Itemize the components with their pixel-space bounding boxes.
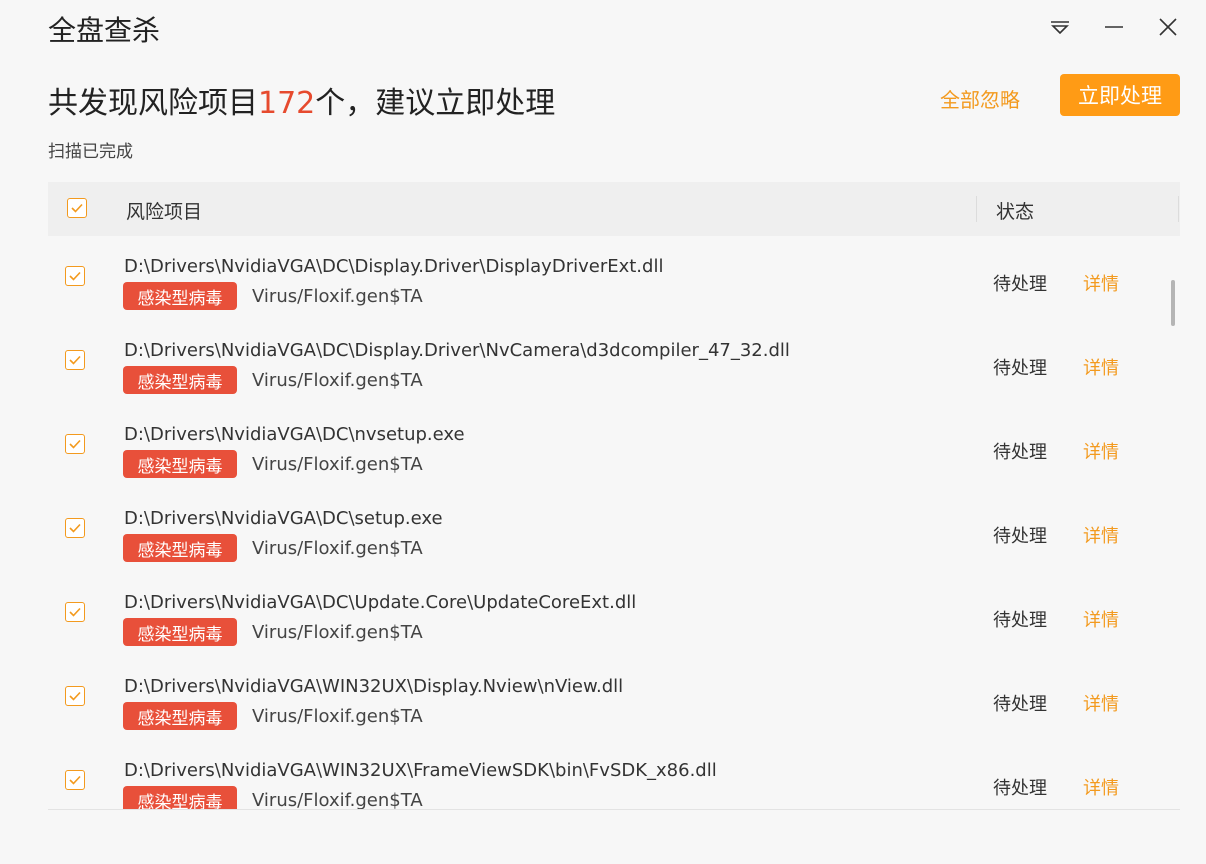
detail-link[interactable]: 详情 (1083, 606, 1119, 632)
detail-link[interactable]: 详情 (1083, 774, 1119, 800)
threat-type-badge: 感染型病毒 (123, 618, 237, 646)
row-checkbox[interactable] (65, 518, 85, 538)
threat-type-badge: 感染型病毒 (123, 450, 237, 478)
window-controls (1040, 12, 1188, 42)
header-divider (976, 196, 977, 222)
minimize-button[interactable] (1094, 12, 1134, 42)
table-row: D:\Drivers\NvidiaVGA\DC\Update.Core\Upda… (48, 572, 1180, 656)
virus-name: Virus/Floxif.gen$TA (252, 286, 423, 307)
check-icon (69, 607, 81, 617)
threat-type-badge: 感染型病毒 (123, 702, 237, 730)
detail-link[interactable]: 详情 (1083, 522, 1119, 548)
threat-type-badge: 感染型病毒 (123, 282, 237, 310)
detail-link[interactable]: 详情 (1083, 270, 1119, 296)
row-checkbox[interactable] (65, 602, 85, 622)
virus-name: Virus/Floxif.gen$TA (252, 454, 423, 475)
row-status: 待处理 (993, 442, 1047, 463)
header-divider (1178, 196, 1179, 222)
summary-headline: 共发现风险项目172个，建议立即处理 (48, 78, 555, 122)
row-checkbox[interactable] (65, 266, 85, 286)
check-icon (69, 691, 81, 701)
file-path: D:\Drivers\NvidiaVGA\DC\setup.exe (124, 508, 443, 529)
detail-link[interactable]: 详情 (1083, 354, 1119, 380)
header-status: 状态 (996, 201, 1035, 223)
row-status: 待处理 (993, 526, 1047, 547)
ignore-all-link[interactable]: 全部忽略 (940, 84, 1020, 113)
file-path: D:\Drivers\NvidiaVGA\WIN32UX\FrameViewSD… (124, 760, 717, 781)
table-row: D:\Drivers\NvidiaVGA\WIN32UX\Display.Nvi… (48, 656, 1180, 740)
file-path: D:\Drivers\NvidiaVGA\DC\Display.Driver\N… (124, 340, 790, 361)
summary-prefix: 共发现风险项目 (48, 86, 258, 121)
table-row: D:\Drivers\NvidiaVGA\WIN32UX\FrameViewSD… (48, 740, 1180, 810)
virus-name: Virus/Floxif.gen$TA (252, 538, 423, 559)
header-risk-item: 风险项目 (126, 201, 203, 223)
window-title: 全盘查杀 (48, 14, 161, 47)
check-icon (69, 355, 81, 365)
select-all-checkbox[interactable] (67, 198, 87, 218)
file-path: D:\Drivers\NvidiaVGA\DC\Update.Core\Upda… (124, 592, 637, 613)
file-path: D:\Drivers\NvidiaVGA\DC\Display.Driver\D… (124, 256, 664, 277)
virus-name: Virus/Floxif.gen$TA (252, 370, 423, 391)
risk-count: 172 (258, 86, 316, 121)
table-row: D:\Drivers\NvidiaVGA\DC\Display.Driver\D… (48, 236, 1180, 320)
threat-type-badge: 感染型病毒 (123, 786, 237, 809)
menu-icon (1051, 21, 1069, 34)
table-row: D:\Drivers\NvidiaVGA\DC\Display.Driver\N… (48, 320, 1180, 404)
file-path: D:\Drivers\NvidiaVGA\WIN32UX\Display.Nvi… (124, 676, 624, 697)
row-checkbox[interactable] (65, 770, 85, 790)
menu-button[interactable] (1040, 12, 1080, 42)
close-icon (1159, 18, 1177, 36)
check-icon (69, 439, 81, 449)
fix-now-button[interactable]: 立即处理 (1060, 74, 1180, 116)
row-checkbox[interactable] (65, 350, 85, 370)
detail-link[interactable]: 详情 (1083, 438, 1119, 464)
virus-name: Virus/Floxif.gen$TA (252, 790, 423, 810)
threat-type-badge: 感染型病毒 (123, 534, 237, 562)
row-checkbox[interactable] (65, 434, 85, 454)
row-status: 待处理 (993, 610, 1047, 631)
risk-table: 风险项目 状态 D:\Drivers\NvidiaVGA\DC\Display.… (48, 182, 1180, 810)
row-status: 待处理 (993, 694, 1047, 715)
scrollbar-thumb[interactable] (1171, 280, 1175, 326)
file-path: D:\Drivers\NvidiaVGA\DC\nvsetup.exe (124, 424, 465, 445)
detail-link[interactable]: 详情 (1083, 690, 1119, 716)
threat-type-badge: 感染型病毒 (123, 366, 237, 394)
table-row: D:\Drivers\NvidiaVGA\DC\nvsetup.exe 感染型病… (48, 404, 1180, 488)
check-icon (69, 523, 81, 533)
row-status: 待处理 (993, 778, 1047, 799)
summary-suffix: 个，建议立即处理 (315, 86, 556, 121)
virus-name: Virus/Floxif.gen$TA (252, 706, 423, 727)
close-button[interactable] (1148, 12, 1188, 42)
title-bar: 全盘查杀 (0, 0, 1206, 60)
scan-status: 扫描已完成 (48, 142, 133, 162)
table-header: 风险项目 状态 (48, 182, 1180, 236)
row-status: 待处理 (993, 274, 1047, 295)
check-icon (69, 271, 81, 281)
row-checkbox[interactable] (65, 686, 85, 706)
check-icon (71, 203, 83, 213)
virus-name: Virus/Floxif.gen$TA (252, 622, 423, 643)
check-icon (69, 775, 81, 785)
minimize-icon (1105, 26, 1123, 28)
row-status: 待处理 (993, 358, 1047, 379)
table-row: D:\Drivers\NvidiaVGA\DC\setup.exe 感染型病毒 … (48, 488, 1180, 572)
